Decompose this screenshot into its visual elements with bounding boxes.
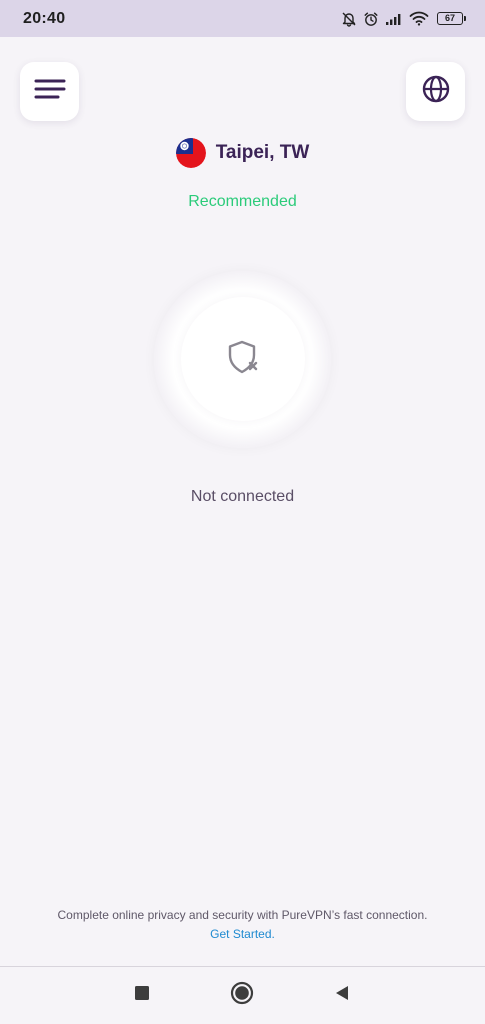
alarm-icon: [363, 11, 379, 27]
get-started-link[interactable]: Get Started.: [0, 927, 485, 941]
status-bar: 20:40 67: [0, 0, 485, 37]
circle-home-icon: [230, 981, 254, 1010]
wifi-icon: [409, 11, 429, 26]
taiwan-flag-icon: [175, 138, 206, 168]
status-time: 20:40: [23, 9, 66, 27]
triangle-back-icon: [333, 984, 351, 1007]
status-icons: 67: [341, 11, 466, 27]
shield-x-icon: [223, 337, 263, 382]
recommended-badge: Recommended: [188, 193, 297, 210]
recent-apps-button[interactable]: [130, 983, 154, 1007]
connection-status: Not connected: [190, 488, 295, 505]
square-recent-icon: [134, 985, 150, 1006]
connect-button[interactable]: [181, 297, 305, 421]
location-name: Taipei, TW: [215, 142, 310, 163]
menu-button[interactable]: [20, 62, 79, 121]
battery-level: 67: [444, 13, 455, 23]
battery-icon: 67: [437, 12, 466, 25]
promo-text: Complete online privacy and security wit…: [57, 908, 428, 922]
signal-icon: [385, 12, 403, 26]
back-button[interactable]: [330, 983, 354, 1007]
home-button[interactable]: [230, 981, 254, 1010]
bell-off-icon: [341, 11, 357, 27]
hamburger-menu-icon: [34, 77, 66, 106]
location-selector[interactable]: Taipei, TW: [0, 138, 485, 168]
globe-button[interactable]: [406, 62, 465, 121]
navigation-bar: [0, 966, 485, 1024]
globe-icon: [421, 74, 451, 109]
